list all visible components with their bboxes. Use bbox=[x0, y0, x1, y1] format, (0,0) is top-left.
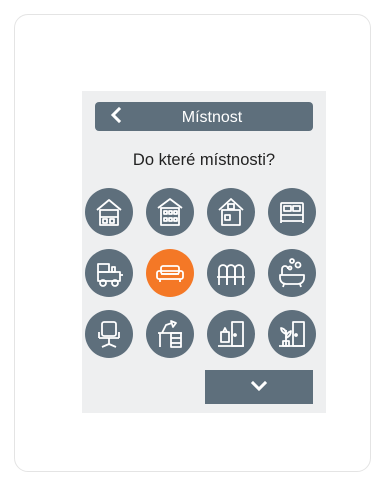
room-hallway-button[interactable] bbox=[207, 310, 255, 358]
chevron-down-icon bbox=[250, 380, 268, 392]
toy-train-icon bbox=[97, 263, 123, 287]
hallway-door-icon bbox=[218, 321, 244, 347]
room-building-medium-button[interactable] bbox=[146, 188, 194, 236]
bathtub-icon bbox=[279, 258, 305, 288]
building-small-icon bbox=[96, 199, 122, 226]
building-medium-icon bbox=[157, 198, 183, 226]
room-office-button[interactable] bbox=[85, 310, 133, 358]
office-chair-icon bbox=[98, 321, 120, 348]
room-entrance-button[interactable] bbox=[268, 310, 316, 358]
room-bedroom-button[interactable] bbox=[268, 188, 316, 236]
dining-chairs-icon bbox=[217, 264, 245, 285]
sofa-icon bbox=[156, 265, 184, 282]
door-plant-icon bbox=[279, 321, 305, 347]
room-question: Do které místnosti? bbox=[132, 151, 276, 169]
desk-lamp-icon bbox=[158, 320, 182, 348]
scroll-down-button[interactable] bbox=[205, 370, 313, 404]
room-building-small-button[interactable] bbox=[85, 188, 133, 236]
chevron-left-icon bbox=[110, 106, 122, 124]
bed-icon bbox=[280, 202, 304, 223]
back-button[interactable] bbox=[105, 104, 127, 128]
house-attic-icon bbox=[218, 198, 244, 226]
room-study-button[interactable] bbox=[146, 310, 194, 358]
room-dining-button[interactable] bbox=[207, 249, 255, 297]
room-bathroom-button[interactable] bbox=[268, 249, 316, 297]
room-living-room-button[interactable] bbox=[146, 249, 194, 297]
room-house-attic-button[interactable] bbox=[207, 188, 255, 236]
room-kids-button[interactable] bbox=[85, 249, 133, 297]
page-title: Místnost bbox=[181, 109, 243, 126]
